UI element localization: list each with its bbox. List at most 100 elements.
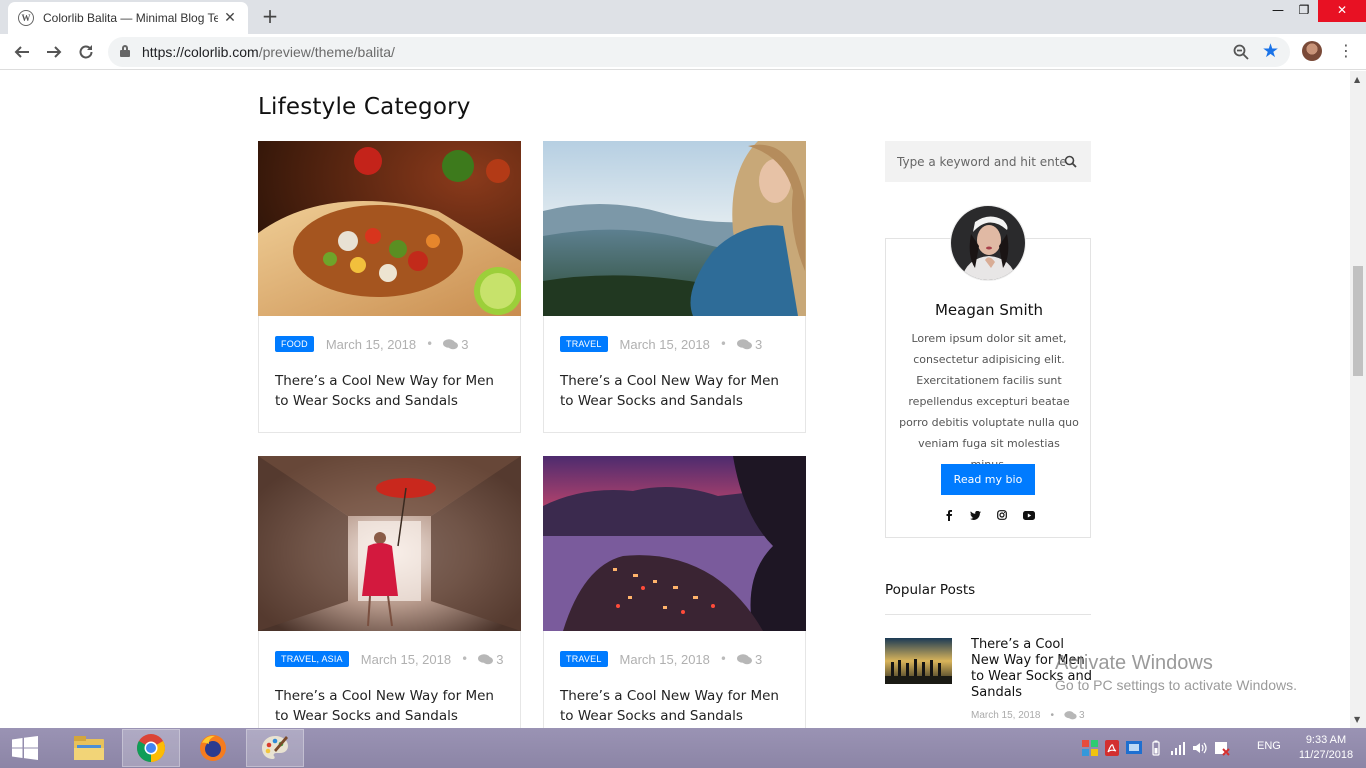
category-badge[interactable]: TRAVEL bbox=[560, 651, 608, 667]
comment-count[interactable]: 3 bbox=[443, 337, 468, 352]
office-icon[interactable] bbox=[1082, 740, 1098, 756]
chrome-taskbar-button[interactable] bbox=[122, 729, 180, 767]
reload-button[interactable] bbox=[74, 40, 98, 64]
battery-icon[interactable] bbox=[1148, 740, 1164, 756]
popular-post-image[interactable] bbox=[885, 638, 952, 684]
browser-menu-icon[interactable]: ⋮ bbox=[1338, 40, 1354, 62]
system-tray bbox=[1082, 728, 1230, 768]
file-explorer-taskbar-button[interactable] bbox=[60, 729, 118, 767]
page-scrollbar[interactable]: ▲ ▼ bbox=[1350, 71, 1366, 728]
lock-icon bbox=[120, 45, 130, 57]
post-date: March 15, 2018 bbox=[325, 336, 417, 352]
post-meta: TRAVEL March 15, 2018 • 3 bbox=[560, 651, 762, 667]
address-bar[interactable]: https://colorlib.com/preview/theme/balit… bbox=[108, 37, 1290, 67]
meta-separator: • bbox=[1050, 710, 1055, 721]
scroll-thumb[interactable] bbox=[1353, 266, 1363, 376]
post-title[interactable]: There’s a Cool New Way for Men to Wear S… bbox=[275, 686, 510, 726]
volume-icon[interactable] bbox=[1192, 740, 1208, 756]
youtube-icon[interactable] bbox=[1022, 508, 1036, 522]
comment-count[interactable]: 3 bbox=[736, 337, 762, 352]
url-text[interactable]: https://colorlib.com/preview/theme/balit… bbox=[142, 44, 395, 60]
meta-separator: • bbox=[461, 652, 469, 666]
post-date: March 15, 2018 bbox=[619, 651, 710, 667]
page-content: Lifestyle Category FOOD March 15, 2018 •… bbox=[0, 71, 1350, 728]
chrome-icon bbox=[137, 734, 165, 762]
back-button[interactable] bbox=[10, 40, 34, 64]
clock-time: 9:33 AM bbox=[1305, 734, 1347, 746]
post-meta: TRAVEL, ASIA March 15, 2018 • 3 bbox=[275, 651, 503, 667]
paint-palette-icon bbox=[262, 736, 288, 759]
comments-icon bbox=[1064, 711, 1077, 720]
author-avatar bbox=[950, 205, 1026, 281]
pdf-reader-icon[interactable] bbox=[1104, 740, 1120, 756]
category-badge[interactable]: TRAVEL bbox=[560, 336, 608, 352]
profile-avatar[interactable] bbox=[1302, 41, 1322, 61]
comments-icon bbox=[736, 653, 752, 664]
firefox-taskbar-button[interactable] bbox=[184, 729, 242, 767]
input-language[interactable]: ENG bbox=[1257, 740, 1281, 752]
new-tab-button[interactable]: + bbox=[258, 6, 282, 28]
post-image[interactable] bbox=[543, 141, 806, 316]
windows-taskbar: ENG 9:33 AM 11/27/2018 bbox=[0, 728, 1366, 768]
post-card[interactable]: TRAVEL March 15, 2018 • 3 There’s a Cool… bbox=[543, 456, 806, 728]
window-close-button[interactable]: ✕ bbox=[1318, 0, 1366, 22]
close-tab-icon[interactable]: ✕ bbox=[222, 10, 238, 26]
comment-count[interactable]: 3 bbox=[478, 652, 503, 667]
post-title[interactable]: There’s a Cool New Way for Men to Wear S… bbox=[560, 371, 795, 411]
signal-icon[interactable] bbox=[1170, 740, 1186, 756]
clock-date: 11/27/2018 bbox=[1298, 749, 1354, 761]
section-title: Lifestyle Category bbox=[258, 94, 471, 120]
comments-icon bbox=[478, 653, 494, 664]
comment-count[interactable]: 3 bbox=[1079, 710, 1085, 721]
author-name: Meagan Smith bbox=[934, 301, 1044, 319]
search-input[interactable] bbox=[885, 141, 1065, 182]
search-icon[interactable] bbox=[1064, 155, 1077, 168]
comments-icon bbox=[736, 338, 752, 349]
social-links bbox=[942, 508, 1036, 522]
twitter-icon[interactable] bbox=[969, 508, 983, 522]
popular-post-meta: March 15, 2018 • 3 bbox=[971, 710, 1085, 721]
post-meta: FOOD March 15, 2018 • 3 bbox=[275, 336, 468, 352]
post-card[interactable]: TRAVEL, ASIA March 15, 2018 • 3 There’s … bbox=[258, 456, 521, 728]
comment-count[interactable]: 3 bbox=[736, 652, 762, 667]
post-title[interactable]: There’s a Cool New Way for Men to Wear S… bbox=[275, 371, 510, 411]
author-bio-text: Lorem ipsum dolor sit amet, consectetur … bbox=[899, 332, 1079, 471]
bookmark-star-icon[interactable]: ★ bbox=[1262, 40, 1279, 62]
paint-taskbar-button[interactable] bbox=[246, 729, 304, 767]
post-meta: TRAVEL March 15, 2018 • 3 bbox=[560, 336, 762, 352]
action-center-icon[interactable] bbox=[1214, 740, 1230, 756]
arrow-right-icon bbox=[47, 46, 62, 58]
forward-button[interactable] bbox=[42, 40, 66, 64]
facebook-icon[interactable] bbox=[942, 508, 956, 522]
category-badge[interactable]: TRAVEL, ASIA bbox=[275, 651, 349, 667]
post-image[interactable] bbox=[543, 456, 806, 631]
browser-tab[interactable]: W Colorlib Balita — Minimal Blog Te ✕ bbox=[8, 2, 248, 34]
post-image[interactable] bbox=[258, 456, 521, 631]
post-card[interactable]: TRAVEL March 15, 2018 • 3 There’s a Cool… bbox=[543, 141, 806, 433]
windows-start-icon[interactable] bbox=[12, 736, 38, 760]
post-date: March 15, 2018 bbox=[360, 651, 452, 667]
tab-title: Colorlib Balita — Minimal Blog Te bbox=[43, 11, 218, 25]
wordpress-icon: W bbox=[18, 10, 34, 26]
activate-windows-watermark: Activate Windows Go to PC settings to ac… bbox=[1055, 652, 1297, 693]
scroll-up-arrow-icon[interactable]: ▲ bbox=[1354, 75, 1360, 84]
post-title[interactable]: There’s a Cool New Way for Men to Wear S… bbox=[560, 686, 795, 726]
post-card[interactable]: FOOD March 15, 2018 • 3 There’s a Cool N… bbox=[258, 141, 521, 433]
taskbar-clock[interactable]: 9:33 AM 11/27/2018 bbox=[1294, 733, 1358, 763]
sidebar-search bbox=[885, 141, 1091, 182]
post-image[interactable] bbox=[258, 141, 521, 316]
category-badge[interactable]: FOOD bbox=[275, 336, 314, 352]
post-date: March 15, 2018 bbox=[619, 336, 710, 352]
read-bio-button[interactable]: Read my bio bbox=[941, 464, 1035, 495]
firefox-icon bbox=[200, 735, 226, 761]
bio-card: Meagan Smith Lorem ipsum dolor sit amet,… bbox=[885, 205, 1091, 538]
network-monitor-icon[interactable] bbox=[1126, 740, 1142, 756]
browser-tab-strip: W Colorlib Balita — Minimal Blog Te ✕ + … bbox=[0, 0, 1366, 34]
meta-separator: • bbox=[426, 337, 434, 351]
instagram-icon[interactable] bbox=[995, 508, 1009, 522]
meta-separator: • bbox=[719, 337, 727, 351]
scroll-down-arrow-icon[interactable]: ▼ bbox=[1354, 715, 1360, 724]
folder-icon bbox=[74, 736, 104, 760]
zoom-icon[interactable] bbox=[1232, 43, 1250, 61]
browser-toolbar: https://colorlib.com/preview/theme/balit… bbox=[0, 34, 1366, 70]
